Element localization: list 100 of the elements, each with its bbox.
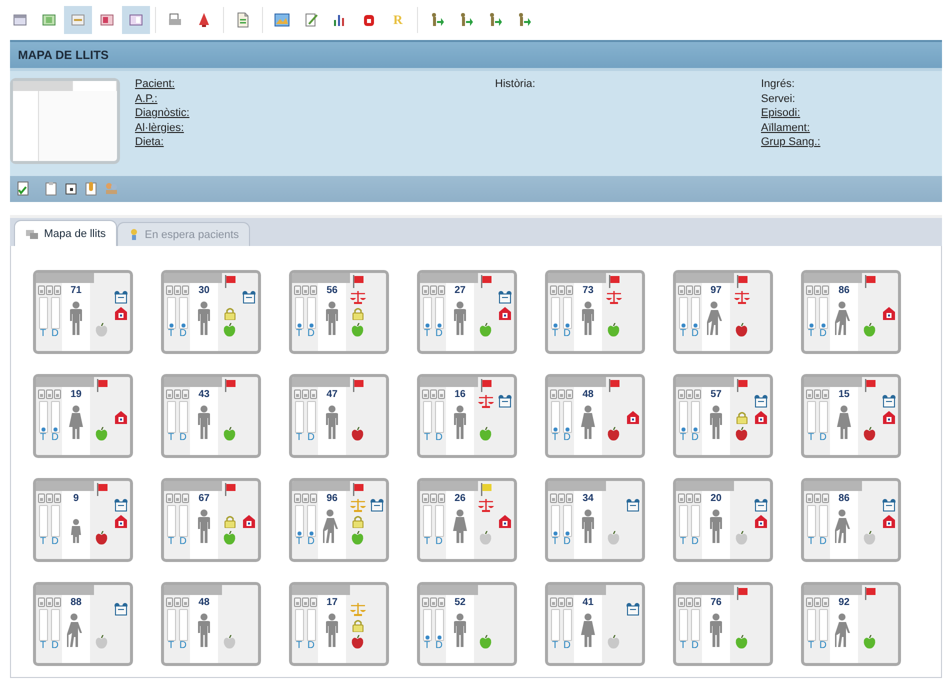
tube-label: D xyxy=(179,641,187,651)
tube-label: D xyxy=(563,641,571,651)
tube-label: D xyxy=(307,537,315,547)
bed-card[interactable]: T D 43 xyxy=(161,374,261,458)
list-view-icon[interactable] xyxy=(64,6,92,34)
patient-age: 19 xyxy=(70,389,82,401)
patient-age: 27 xyxy=(454,285,466,297)
patient-age: 97 xyxy=(710,285,722,297)
bed-label-bar xyxy=(548,273,606,283)
bed-card[interactable]: T D 86 xyxy=(801,478,901,562)
tube-label: T xyxy=(552,537,558,547)
field-label: Història: xyxy=(495,78,536,90)
bed-label-bar xyxy=(804,481,862,491)
bed-card[interactable]: T D 41 xyxy=(545,582,645,666)
tube-label: T xyxy=(296,329,302,339)
patient-age: 96 xyxy=(326,493,338,505)
bed-card[interactable]: T D 56 xyxy=(289,270,389,354)
patient-age: 9 xyxy=(73,493,79,505)
field-link[interactable]: Episodi: xyxy=(761,107,800,119)
bed-card[interactable]: T D 88 xyxy=(33,582,133,666)
bed-label-bar xyxy=(804,585,862,595)
bed-card[interactable]: T D 76 xyxy=(673,582,773,666)
bed-card[interactable]: T D 48 xyxy=(161,582,261,666)
bed-card[interactable]: T D 96 xyxy=(289,478,389,562)
tube-label: T xyxy=(40,329,46,339)
tube-label: T xyxy=(40,641,46,651)
bed-label-bar xyxy=(548,585,606,595)
patient-age: 20 xyxy=(710,493,722,505)
bed-card[interactable]: T D 86 xyxy=(801,270,901,354)
tube-label: T xyxy=(168,641,174,651)
bed-label-bar xyxy=(420,377,478,387)
bed-card[interactable]: T D 19 xyxy=(33,374,133,458)
field-link[interactable]: Aïllament: xyxy=(761,122,810,134)
bed-card[interactable]: T D 27 xyxy=(417,270,517,354)
bed-label-bar xyxy=(36,377,94,387)
tube-label: D xyxy=(819,641,827,651)
bed-label-bar xyxy=(676,481,734,491)
tube-label: T xyxy=(424,433,430,443)
patient-age: 56 xyxy=(326,285,338,297)
tube-label: D xyxy=(691,641,699,651)
bed-card[interactable]: T D 67 xyxy=(161,478,261,562)
field-link[interactable]: A.P.: xyxy=(135,92,158,104)
bed-label-bar xyxy=(804,273,862,283)
field-link[interactable]: Al·lèrgies: xyxy=(135,122,184,134)
bed-label-bar xyxy=(36,481,94,491)
field-link[interactable]: Pacient: xyxy=(135,78,175,90)
tube-label: T xyxy=(40,433,46,443)
patient-age: 43 xyxy=(198,389,210,401)
tube-label: T xyxy=(808,329,814,339)
tube-label: T xyxy=(552,329,558,339)
tube-label: D xyxy=(819,433,827,443)
patient-age: 26 xyxy=(454,493,466,505)
tube-label: T xyxy=(168,433,174,443)
bed-card[interactable]: T D 20 xyxy=(673,478,773,562)
panel-view-icon[interactable] xyxy=(122,6,150,34)
tube-label: T xyxy=(40,537,46,547)
bed-card[interactable]: T D 26 xyxy=(417,478,517,562)
patient-age: 71 xyxy=(70,285,82,297)
bed-label-bar xyxy=(420,585,478,595)
bed-card[interactable]: T D 47 xyxy=(289,374,389,458)
patient-age: 88 xyxy=(70,597,82,609)
bed-card[interactable]: T D 71 xyxy=(33,270,133,354)
tube-label: D xyxy=(691,537,699,547)
bed-label-bar xyxy=(292,273,350,283)
bed-card[interactable]: T D 57 xyxy=(673,374,773,458)
bed-card[interactable]: T D 52 xyxy=(417,582,517,666)
bed-card[interactable]: T D 48 xyxy=(545,374,645,458)
field-link[interactable]: Grup Sang.: xyxy=(761,136,820,148)
tube-label: T xyxy=(296,537,302,547)
tube-label: D xyxy=(179,329,187,339)
patient-age: 92 xyxy=(838,597,850,609)
patient-age: 41 xyxy=(582,597,594,609)
patient-age: 48 xyxy=(582,389,594,401)
bed-label-bar xyxy=(164,481,222,491)
tube-label: D xyxy=(563,329,571,339)
bed-card[interactable]: T D 92 xyxy=(801,582,901,666)
patient-age: 86 xyxy=(838,285,850,297)
bed-label-bar xyxy=(676,273,734,283)
tube-label: T xyxy=(168,537,174,547)
tube-label: T xyxy=(424,641,430,651)
bed-card[interactable]: T D 9 xyxy=(33,478,133,562)
tube-label: D xyxy=(563,433,571,443)
bed-card[interactable]: T D 30 xyxy=(161,270,261,354)
bed-card[interactable]: T D 17 xyxy=(289,582,389,666)
window-title: MAPA DE LLITS xyxy=(17,47,109,64)
tube-label: T xyxy=(808,537,814,547)
bed-label-bar xyxy=(292,377,350,387)
bed-card[interactable]: T D 97 xyxy=(673,270,773,354)
bed-card[interactable]: T D 73 xyxy=(545,270,645,354)
tab[interactable]: Mapa de llits xyxy=(14,220,117,246)
tube-label: T xyxy=(552,433,558,443)
bed-card[interactable]: T D 15 xyxy=(801,374,901,458)
field-link[interactable]: Diagnòstic: xyxy=(135,107,190,119)
field-link[interactable]: Dieta: xyxy=(135,136,164,148)
patient-age: 57 xyxy=(710,389,722,401)
bed-label-bar xyxy=(164,273,222,283)
tube-label: T xyxy=(552,641,558,651)
bed-card[interactable]: T D 34 xyxy=(545,478,645,562)
tube-label: D xyxy=(435,433,443,443)
bed-card[interactable]: T D 16 xyxy=(417,374,517,458)
